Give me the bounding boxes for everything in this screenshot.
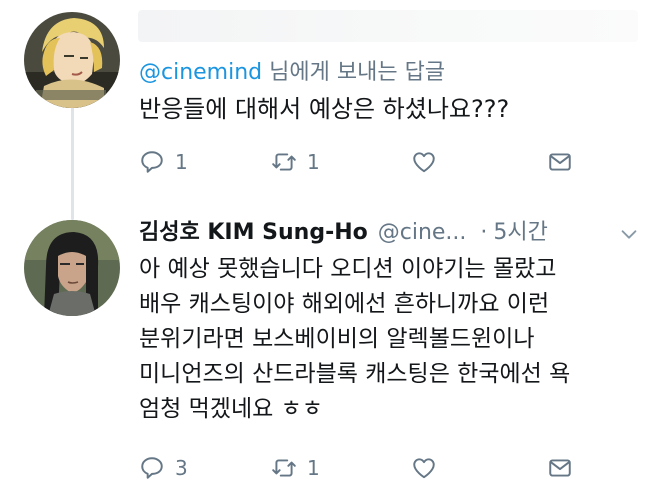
reply-icon	[141, 151, 163, 173]
more-options-button[interactable]	[618, 224, 640, 244]
tweet-text-line: 배우 캐스팅이야 해외에선 흔하니까요 이런	[139, 291, 550, 317]
like-button[interactable]	[411, 146, 437, 178]
reply-count: 1	[175, 150, 188, 174]
user-handle[interactable]: @cine...	[378, 218, 467, 248]
display-name[interactable]: 김성호 KIM Sung-Ho	[139, 218, 368, 248]
envelope-icon	[549, 153, 571, 171]
reply-icon	[141, 457, 163, 479]
reply-tweet-text: 반응들에 대해서 예상은 하셨나요???	[139, 95, 510, 123]
heart-icon	[413, 458, 435, 479]
tweet-text: 아 예상 못했습니다 오디션 이야기는 몰랐고 배우 캐스팅이야 해외에선 흔하…	[139, 252, 639, 427]
retweet-count: 1	[307, 150, 320, 174]
reply-to-label: 님에게 보내는 답글	[269, 60, 446, 85]
separator-dot: ·	[480, 220, 488, 245]
reply-button[interactable]: 3	[139, 452, 188, 484]
reply-tweet-actions: 1 1	[139, 146, 579, 178]
reply-button[interactable]: 1	[139, 146, 188, 178]
thread-connector-line	[71, 100, 74, 220]
tweet-text-line: 미니언즈의 산드라블록 캐스팅은 한국에선 욕	[139, 361, 571, 387]
heart-icon	[413, 152, 435, 173]
reply-to-line: @cinemind 님에게 보내는 답글	[139, 60, 445, 86]
tweet-header: 김성호 KIM Sung-Ho @cine... · 5시간	[139, 218, 548, 248]
like-button[interactable]	[411, 452, 437, 484]
main-tweet-actions: 3 1	[139, 452, 579, 484]
reply-count: 3	[175, 456, 188, 480]
chevron-down-icon	[621, 230, 637, 239]
tweet-timestamp[interactable]: 5시간	[493, 218, 547, 248]
retweet-button[interactable]: 1	[271, 452, 320, 484]
retweet-icon	[272, 459, 296, 477]
retweet-button[interactable]: 1	[271, 146, 320, 178]
direct-message-button[interactable]	[547, 452, 573, 484]
avatar-image	[24, 12, 120, 108]
retweet-icon	[272, 153, 296, 171]
avatar[interactable]	[24, 220, 120, 316]
tweet-text-line: 엄청 먹겠네요 ㅎㅎ	[139, 396, 323, 422]
reply-to-handle-link[interactable]: @cinemind	[139, 60, 262, 85]
blurred-tweet-header	[138, 10, 638, 42]
direct-message-button[interactable]	[547, 146, 573, 178]
tweet-text-line: 아 예상 못했습니다 오디션 이야기는 몰랐고	[139, 256, 557, 282]
tweet-text-line: 분위기라면 보스베이비의 알렉볼드윈이나	[139, 326, 535, 352]
avatar[interactable]	[24, 12, 120, 108]
avatar-image	[24, 220, 120, 316]
retweet-count: 1	[307, 456, 320, 480]
envelope-icon	[549, 459, 571, 477]
